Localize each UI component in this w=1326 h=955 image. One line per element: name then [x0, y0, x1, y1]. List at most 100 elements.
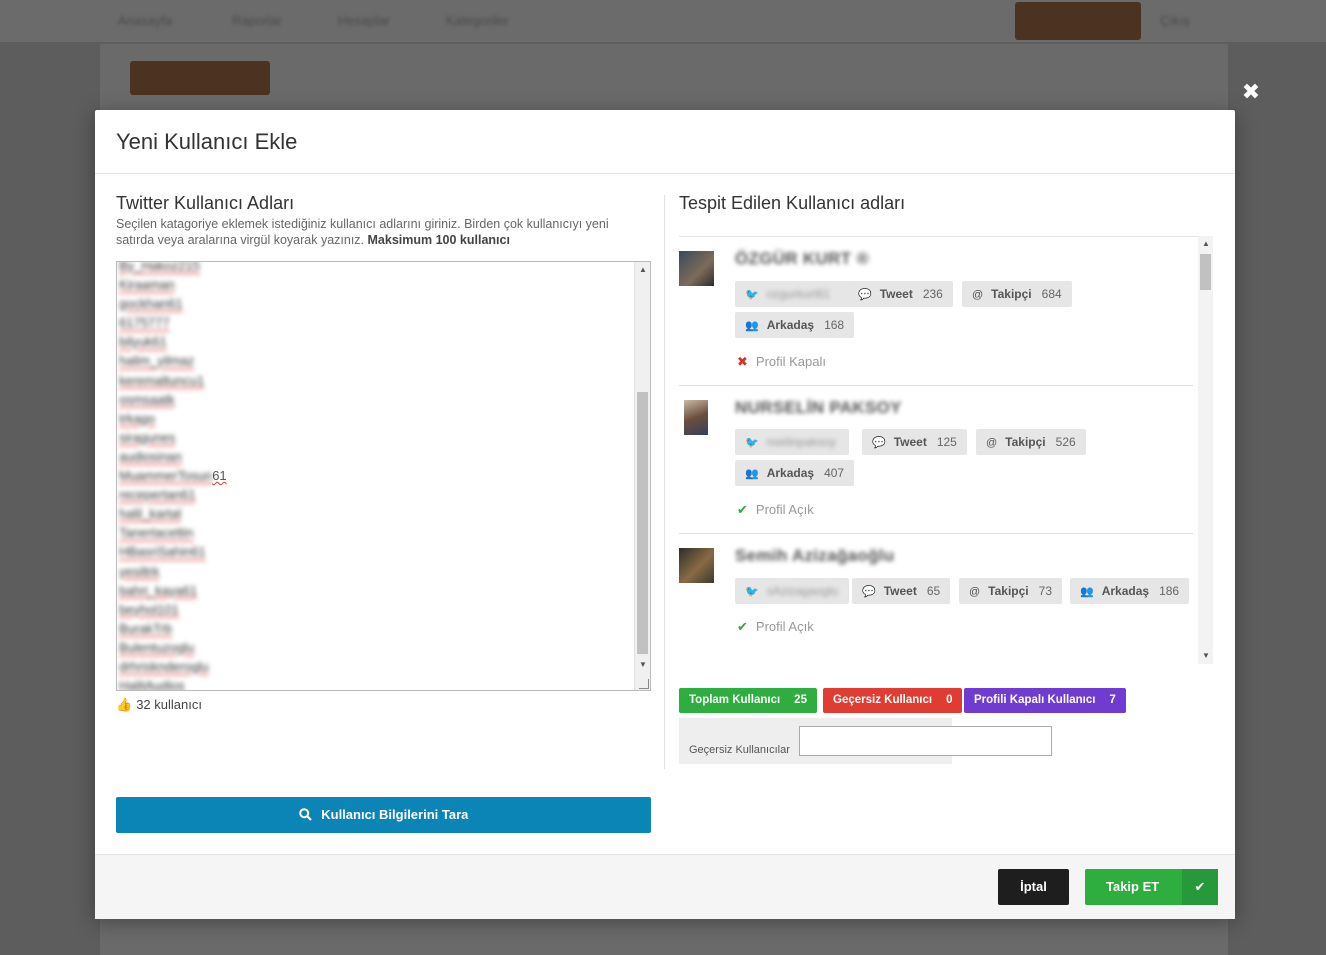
- friends-label: Arkadaş: [1101, 584, 1150, 598]
- friends-count: 186: [1159, 584, 1180, 598]
- twitter-handle-chip[interactable]: 🐦 nselinpaksoy: [735, 429, 849, 455]
- users-list-scrollbar[interactable]: ▲ ▼: [1198, 236, 1213, 664]
- usernames-title: Twitter Kullanıcı Adları: [116, 193, 295, 213]
- invalid-users-count: 0: [946, 694, 953, 706]
- usernames-help-text: Seçilen katagoriye eklemek istediğiniz k…: [116, 216, 636, 248]
- username-line: drhrisknderoglu: [119, 657, 629, 676]
- username-text: By_Hakoz215: [119, 261, 200, 273]
- username-line: Bulentuzoglu: [119, 638, 629, 657]
- bg-nav-logout: Çıkış: [1160, 13, 1190, 28]
- username-text: yesiltrk: [119, 563, 160, 579]
- users-scroll-thumb[interactable]: [1200, 254, 1211, 290]
- list-item: NURSELİN PAKSOY 🐦 nselinpaksoy 💬 Tweet 125 …: [679, 386, 1193, 534]
- invalid-users-label: Geçersiz Kullanıcı: [833, 694, 933, 706]
- column-divider: [664, 195, 665, 769]
- username-line: gockhan61: [119, 294, 629, 313]
- invalid-users-textarea[interactable]: [799, 726, 1052, 756]
- scroll-up-icon[interactable]: ▲: [1202, 239, 1210, 248]
- username-line: keremaltuncu1: [119, 371, 629, 390]
- followers-label: Takipçi: [1005, 435, 1046, 449]
- username-line: HBasriSahin61: [119, 542, 629, 561]
- friends-count: 407: [824, 466, 845, 480]
- followers-count: 526: [1055, 435, 1076, 449]
- users-icon: 👥: [745, 468, 759, 480]
- profile-status: ✔ Profil Açık: [737, 502, 814, 518]
- username-text: beyhol101: [119, 601, 179, 617]
- closed-profile-label: Profili Kapalı Kullanıcı: [974, 694, 1096, 706]
- scroll-down-icon[interactable]: ▼: [1202, 651, 1210, 660]
- cancel-button[interactable]: İptal: [998, 869, 1069, 905]
- friends-count-chip: 👥 Arkadaş 407: [735, 460, 855, 486]
- username-text: siragunes: [119, 429, 176, 445]
- scroll-down-icon[interactable]: ▼: [639, 660, 647, 669]
- username-line: 6175777: [119, 313, 629, 332]
- twitter-icon: 🐦: [745, 586, 759, 598]
- closed-profile-badge: Profili Kapalı Kullanıcı 7: [964, 688, 1126, 713]
- friends-count: 168: [824, 318, 845, 332]
- username-line: bahri_kaya61: [119, 581, 629, 600]
- tweet-count-chip: 💬 Tweet 125: [862, 429, 967, 455]
- scan-users-label: Kullanıcı Bilgilerini Tara: [321, 807, 469, 822]
- username-line: beyhol101: [119, 600, 629, 619]
- friends-label: Arkadaş: [766, 466, 815, 480]
- scroll-up-icon[interactable]: ▲: [639, 265, 647, 274]
- followers-label: Takipçi: [991, 287, 1032, 301]
- usernames-textarea[interactable]: By_Hakoz215 Kiraaman gockhan61 6175777 bilyu…: [116, 261, 651, 691]
- twitter-handle-chip[interactable]: 🐦 sAzizagaoglu: [735, 578, 849, 604]
- username-line: audiosinan: [119, 447, 629, 466]
- bg-account-button: [1015, 2, 1141, 40]
- search-icon: [298, 807, 316, 822]
- username-text: MuammerTosun: [119, 468, 213, 484]
- username-line: BurakTrb: [119, 619, 629, 638]
- profile-status: ✔ Profil Açık: [737, 619, 814, 635]
- profile-status-text: Profil Açık: [755, 619, 814, 634]
- username-text: drhrisknderoglu: [119, 658, 209, 674]
- username-text: bahri_kaya61: [119, 582, 198, 598]
- list-item: Semih Azizağaoğlu 🐦 sAzizagaoglu 💬 Tweet 65…: [679, 534, 1193, 665]
- followers-count: 684: [1041, 287, 1062, 301]
- twitter-icon: 🐦: [745, 289, 759, 301]
- textarea-scroll-thumb[interactable]: [637, 392, 648, 654]
- invalid-users-panel: Geçersiz Kullanıcılar: [679, 718, 1052, 764]
- resize-grip-icon[interactable]: [639, 679, 649, 689]
- followers-label: Takipçi: [988, 584, 1029, 598]
- twitter-handle-chip[interactable]: 🐦 ozgurkurt61: [735, 281, 849, 307]
- username-text: Tanertacettin: [119, 525, 194, 541]
- followers-count-chip: @ Takipçi 73: [959, 578, 1062, 604]
- profile-status: ✖ Profil Kapalı: [737, 354, 826, 370]
- bg-nav-reports: Raporlar: [232, 13, 282, 28]
- username-line: By_Hakoz215: [119, 261, 629, 275]
- username-line: HalitAudios: [119, 676, 629, 691]
- user-name: NURSELİN PAKSOY: [735, 398, 902, 417]
- username-text: gockhan61: [119, 296, 183, 312]
- closed-x-icon: ✖: [737, 354, 748, 369]
- scan-users-button[interactable]: Kullanıcı Bilgilerini Tara: [116, 797, 651, 833]
- username-line: siragunes: [119, 428, 629, 447]
- follow-button[interactable]: Takip ET ✔: [1085, 869, 1218, 905]
- username-line: trkago: [119, 409, 629, 428]
- check-icon: ✔: [1182, 869, 1218, 905]
- username-text: recepertan61: [119, 487, 196, 503]
- twitter-icon: 🐦: [745, 437, 759, 449]
- username-line: osmsaatk: [119, 390, 629, 409]
- modal-close-icon[interactable]: ✖: [1240, 80, 1262, 104]
- username-text: keremaltuncu1: [119, 372, 205, 388]
- username-line: Tanertacettin: [119, 523, 629, 542]
- username-text: 6175777: [119, 315, 170, 331]
- avatar: [684, 400, 708, 435]
- check-icon: ✔: [737, 502, 748, 517]
- modal-header: Yeni Kullanıcı Ekle: [95, 110, 1235, 174]
- user-count: 👍 32 kullanıcı: [116, 697, 202, 713]
- profile-status-text: Profil Açık: [755, 502, 814, 517]
- textarea-scrollbar[interactable]: ▲ ▼: [634, 262, 650, 690]
- comment-icon: 💬: [858, 289, 872, 301]
- tweet-count-chip: 💬 Tweet 65: [852, 578, 951, 604]
- help-text: Seçilen katagoriye eklemek istediğiniz k…: [116, 217, 609, 247]
- followers-count-chip: @ Takipçi 526: [976, 429, 1086, 455]
- username-text: audiosinan: [119, 448, 182, 464]
- tweet-label: Tweet: [893, 435, 927, 449]
- detected-users-list: ÖZGÜR KURT ® 🐦 ozgurkurt61 💬 Tweet 236 @ Tak…: [679, 236, 1213, 665]
- avatar: [679, 251, 714, 286]
- twitter-handle: ozgurkurt61: [766, 287, 831, 301]
- username-text: HalitAudios: [119, 678, 185, 691]
